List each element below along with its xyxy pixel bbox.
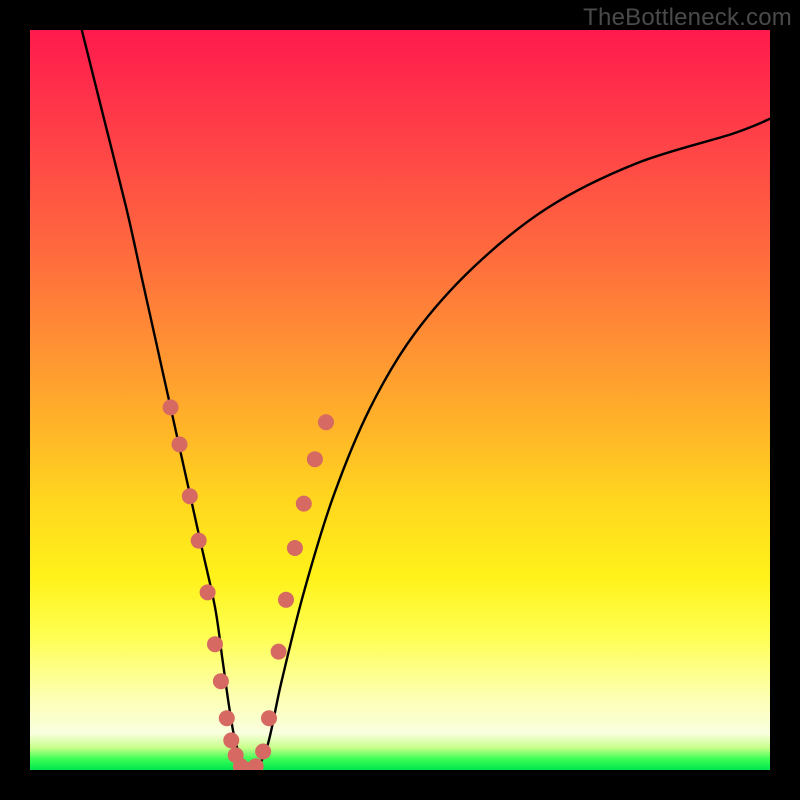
plot-area: [30, 30, 770, 770]
bottleneck-curve: [82, 30, 770, 770]
highlight-dot: [223, 732, 239, 748]
highlight-dot: [278, 592, 294, 608]
chart-frame: TheBottleneck.com: [0, 0, 800, 800]
highlight-dot: [287, 540, 303, 556]
highlight-dot: [318, 414, 334, 430]
highlight-dot: [255, 744, 271, 760]
highlight-dot: [163, 399, 179, 415]
highlight-dot: [172, 436, 188, 452]
highlight-dot: [207, 636, 223, 652]
highlight-dot: [182, 488, 198, 504]
watermark-text: TheBottleneck.com: [583, 4, 792, 32]
highlight-dot: [219, 710, 235, 726]
curve-svg: [30, 30, 770, 770]
highlight-dot: [296, 496, 312, 512]
highlight-dot: [200, 584, 216, 600]
highlight-dot: [307, 451, 323, 467]
highlight-dot: [271, 644, 287, 660]
highlight-dot: [191, 533, 207, 549]
highlight-dot: [213, 673, 229, 689]
highlight-dot: [261, 710, 277, 726]
highlight-dots: [163, 399, 334, 770]
